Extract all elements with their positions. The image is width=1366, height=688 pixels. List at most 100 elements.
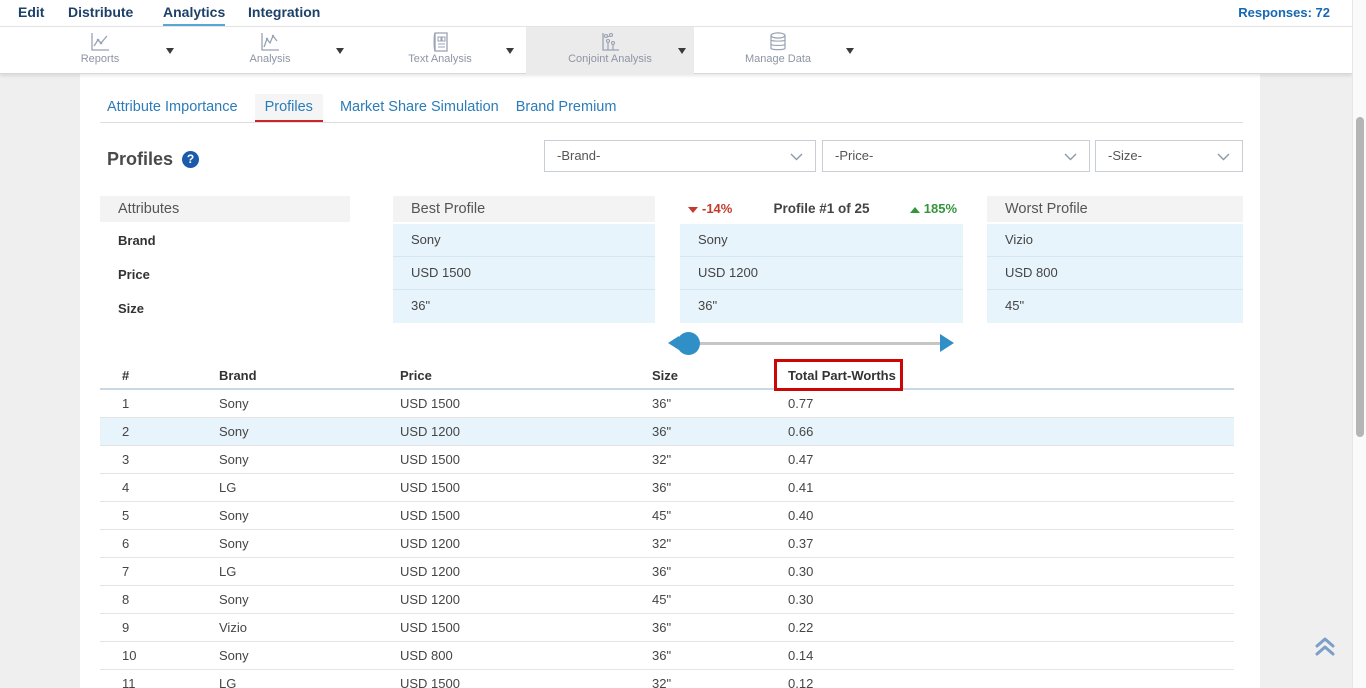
table-row[interactable]: 1 Sony USD 1500 36" 0.77 — [100, 390, 1234, 418]
row-num: 11 — [122, 670, 136, 688]
row-price: USD 1200 — [400, 586, 460, 613]
top-nav: Edit Distribute Analytics Integration Re… — [0, 0, 1352, 27]
tab-brand-premium[interactable]: Brand Premium — [516, 94, 617, 122]
table-row[interactable]: 3 Sony USD 1500 32" 0.47 — [100, 446, 1234, 474]
row-price: USD 1500 — [400, 502, 460, 529]
table-row[interactable]: 5 Sony USD 1500 45" 0.40 — [100, 502, 1234, 530]
manage-data-dropdown-caret-icon[interactable] — [846, 48, 854, 54]
row-brand: Sony — [219, 390, 249, 417]
column-header-brand[interactable]: Brand — [219, 363, 257, 389]
row-brand: Sony — [219, 530, 249, 557]
row-num: 4 — [122, 474, 129, 501]
best-profile-brand: Sony — [393, 224, 655, 257]
conjoint-tabs: Attribute Importance Profiles Market Sha… — [107, 92, 616, 124]
row-size: 32" — [652, 530, 671, 557]
conjoint-analysis-dropdown-caret-icon[interactable] — [678, 48, 686, 54]
text-report-icon — [428, 31, 452, 53]
worst-profile-brand: Vizio — [987, 224, 1243, 257]
responses-count[interactable]: Responses: 72 — [1238, 0, 1330, 27]
page-title-row: Profiles ? — [107, 145, 199, 173]
brand-filter-select[interactable]: -Brand- — [544, 140, 816, 172]
nav-item-distribute[interactable]: Distribute — [68, 0, 133, 26]
table-row[interactable]: 8 Sony USD 1200 45" 0.30 — [100, 586, 1234, 614]
row-worth: 0.77 — [788, 390, 813, 417]
best-profile-panel: Sony USD 1500 36" — [393, 224, 655, 323]
slider-right-arrow-icon[interactable] — [940, 334, 954, 352]
table-row[interactable]: 2 Sony USD 1200 36" 0.66 — [100, 418, 1234, 446]
table-row[interactable]: 4 LG USD 1500 36" 0.41 — [100, 474, 1234, 502]
size-filter-select[interactable]: -Size- — [1095, 140, 1243, 172]
row-num: 5 — [122, 502, 129, 529]
row-size: 36" — [652, 614, 671, 641]
row-num: 7 — [122, 558, 129, 585]
scroll-to-top-button[interactable] — [1312, 635, 1346, 667]
table-row[interactable]: 7 LG USD 1200 36" 0.30 — [100, 558, 1234, 586]
price-filter-select[interactable]: -Price- — [822, 140, 1090, 172]
tool-analysis-label: Analysis — [205, 53, 335, 65]
tool-text-analysis[interactable]: Text Analysis — [375, 27, 505, 74]
conjoint-chart-icon — [598, 31, 622, 53]
tool-analysis[interactable]: Analysis — [205, 27, 335, 74]
line-chart-icon — [88, 31, 112, 53]
row-size: 32" — [652, 446, 671, 473]
row-price: USD 1500 — [400, 614, 460, 641]
table-row[interactable]: 10 Sony USD 800 36" 0.14 — [100, 642, 1234, 670]
row-brand: Vizio — [219, 614, 247, 641]
row-price: USD 800 — [400, 642, 453, 669]
row-brand: Sony — [219, 418, 249, 445]
table-row[interactable]: 9 Vizio USD 1500 36" 0.22 — [100, 614, 1234, 642]
reports-dropdown-caret-icon[interactable] — [166, 48, 174, 54]
tool-manage-data-label: Manage Data — [713, 53, 843, 65]
column-header-price[interactable]: Price — [400, 363, 432, 389]
row-worth: 0.30 — [788, 586, 813, 613]
tool-manage-data[interactable]: Manage Data — [713, 27, 843, 74]
nav-item-integration[interactable]: Integration — [248, 0, 320, 26]
size-filter-value: -Size- — [1108, 148, 1142, 163]
tab-attribute-importance[interactable]: Attribute Importance — [107, 94, 238, 122]
scrollbar-thumb[interactable] — [1356, 117, 1364, 437]
column-header-size[interactable]: Size — [652, 363, 678, 389]
row-size: 36" — [652, 642, 671, 669]
row-size: 36" — [652, 418, 671, 445]
row-price: USD 1500 — [400, 474, 460, 501]
table-header-row: # Brand Price Size Total Part-Worths — [100, 363, 1234, 390]
best-profile-header: Best Profile — [393, 196, 655, 222]
slider-handle[interactable] — [677, 332, 700, 355]
worst-profile-size: 45" — [987, 290, 1243, 323]
tool-reports[interactable]: Reports — [35, 27, 165, 74]
triangle-up-icon — [910, 207, 920, 213]
nav-item-analytics[interactable]: Analytics — [163, 0, 225, 26]
tab-market-share-simulation[interactable]: Market Share Simulation — [340, 94, 499, 122]
row-num: 1 — [122, 390, 129, 417]
slider-track[interactable] — [689, 342, 941, 345]
row-size: 45" — [652, 502, 671, 529]
profile-slider[interactable] — [666, 329, 966, 357]
table-row[interactable]: 6 Sony USD 1200 32" 0.37 — [100, 530, 1234, 558]
text-analysis-dropdown-caret-icon[interactable] — [506, 48, 514, 54]
analysis-dropdown-caret-icon[interactable] — [336, 48, 344, 54]
row-size: 45" — [652, 586, 671, 613]
attribute-label-brand: Brand — [100, 224, 350, 258]
attributes-panel-header: Attributes — [100, 196, 350, 222]
tool-text-analysis-label: Text Analysis — [375, 53, 505, 65]
chevron-down-icon — [1217, 153, 1230, 161]
attributes-panel: Brand Price Size — [100, 224, 350, 326]
row-brand: LG — [219, 558, 236, 585]
row-worth: 0.30 — [788, 558, 813, 585]
column-header-num[interactable]: # — [122, 363, 129, 389]
current-profile-brand: Sony — [680, 224, 963, 257]
tab-profiles[interactable]: Profiles — [255, 94, 323, 123]
best-profile-size: 36" — [393, 290, 655, 323]
worst-profile-price: USD 800 — [987, 257, 1243, 290]
row-brand: Sony — [219, 446, 249, 473]
row-worth: 0.40 — [788, 502, 813, 529]
nav-item-edit[interactable]: Edit — [18, 0, 44, 26]
tool-conjoint-analysis[interactable]: Conjoint Analysis — [545, 27, 675, 74]
row-worth: 0.22 — [788, 614, 813, 641]
row-worth: 0.41 — [788, 474, 813, 501]
help-icon[interactable]: ? — [182, 151, 199, 168]
vertical-scrollbar[interactable] — [1352, 0, 1366, 688]
table-row[interactable]: 11 LG USD 1500 32" 0.12 — [100, 670, 1234, 688]
page-title: Profiles — [107, 149, 173, 170]
worst-profile-panel: Vizio USD 800 45" — [987, 224, 1243, 323]
